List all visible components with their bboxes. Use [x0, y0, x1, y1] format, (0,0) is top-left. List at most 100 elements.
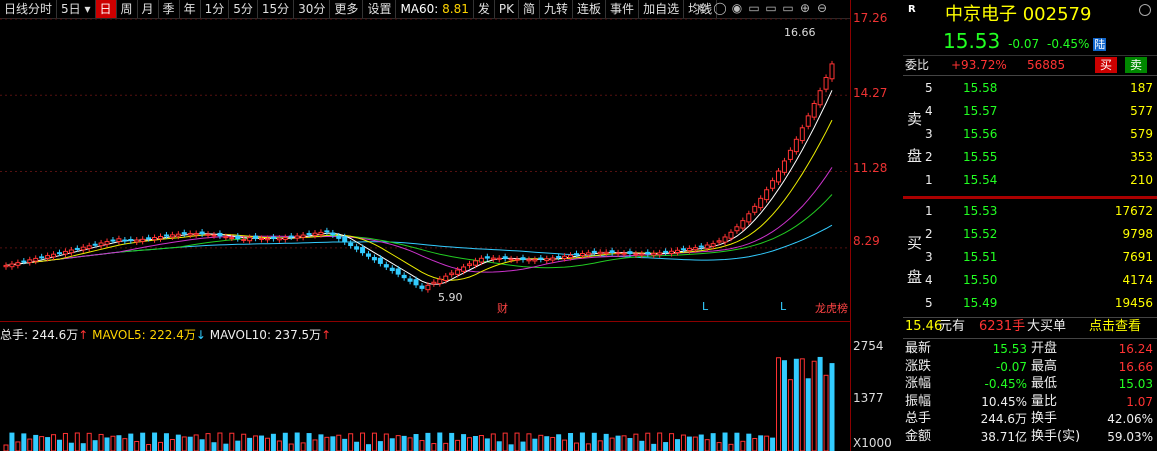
candle-body — [98, 242, 104, 247]
volume-bar — [413, 434, 419, 451]
volume-bar — [217, 432, 223, 451]
bid-price: 15.49 — [963, 296, 998, 310]
candle-body — [377, 257, 383, 264]
volume-bar — [27, 438, 33, 451]
candle-body — [104, 241, 110, 245]
candle-body — [270, 236, 276, 240]
ask-row-1[interactable]: 1 15.54 210 — [903, 171, 1157, 189]
candle-body — [467, 263, 473, 266]
volume-bar — [437, 432, 443, 451]
volume-bar — [235, 440, 241, 451]
candle-body — [461, 266, 467, 272]
volume-bar — [817, 356, 823, 451]
ask-level: 2 — [925, 150, 933, 164]
candle-body — [698, 245, 704, 248]
ask-row-5[interactable]: 5 15.58 187 — [903, 79, 1157, 97]
volume-bar — [211, 442, 217, 451]
volume-bar — [686, 436, 692, 451]
stat-value: 38.71亿 — [980, 429, 1027, 444]
ask-level: 3 — [925, 127, 933, 141]
candle-body — [764, 189, 770, 201]
volume-bar — [585, 443, 591, 451]
ask-row-3[interactable]: 3 15.56 579 — [903, 125, 1157, 143]
candle-body — [33, 257, 39, 262]
big-order-row[interactable]: 15.46 元有 6231手 大买单 点击查看 — [903, 318, 1157, 336]
marker-l-1[interactable]: L — [702, 300, 708, 313]
volume-bar — [758, 435, 764, 451]
volume-bar — [45, 437, 51, 451]
volume-bar — [300, 442, 306, 451]
candle-body — [663, 250, 669, 253]
ma5-line — [5, 90, 833, 285]
bid-row-1[interactable]: 1 15.53 17672 — [903, 202, 1157, 220]
stock-name: 中京电子 — [945, 4, 1017, 25]
ask-price: 15.58 — [963, 81, 998, 95]
volume-bar — [169, 439, 175, 451]
candle-body — [3, 264, 9, 268]
last-price: 15.53 — [943, 29, 1001, 53]
stat-label: 涨幅 — [905, 376, 932, 391]
candle-body — [336, 235, 342, 239]
candle-body — [556, 256, 562, 259]
ask-volume: 353 — [1130, 150, 1153, 164]
volume-bar — [360, 432, 366, 451]
candle-body — [294, 235, 300, 239]
volume-bar — [276, 440, 282, 451]
candle-body — [110, 239, 116, 242]
buy-button[interactable]: 买 — [1095, 57, 1118, 73]
marker-longhu[interactable]: 龙虎榜 — [815, 300, 848, 316]
search-icon[interactable] — [1139, 4, 1151, 16]
marker-l-2[interactable]: L — [780, 300, 786, 313]
ma20-line — [5, 167, 833, 273]
bid-row-4[interactable]: 4 15.50 4174 — [903, 271, 1157, 289]
candle-body — [68, 249, 74, 254]
stat-row: 振幅 10.45% 量比 1.07 — [903, 393, 1157, 411]
volume-bar — [449, 432, 455, 451]
volume-bar — [639, 440, 645, 451]
candle-body — [389, 267, 395, 272]
ask-row-4[interactable]: 4 15.57 577 — [903, 102, 1157, 120]
stat-value: 1.07 — [1126, 394, 1153, 409]
volume-bar — [746, 433, 752, 451]
candle-body — [264, 238, 270, 241]
candle-body — [680, 248, 686, 251]
stat-label: 开盘 — [1031, 341, 1058, 356]
volume-bar — [752, 438, 758, 451]
candle-body — [514, 258, 520, 261]
candle-body — [134, 239, 140, 243]
stat-value: 244.6万 — [980, 412, 1027, 426]
candle-body — [704, 244, 710, 249]
bid-row-2[interactable]: 2 15.52 9798 — [903, 225, 1157, 243]
sell-button[interactable]: 卖 — [1125, 57, 1148, 73]
ask-bid-divider — [903, 196, 1157, 199]
volume-bar — [680, 434, 686, 451]
stat-value: 15.03 — [1118, 377, 1153, 391]
ask-volume: 187 — [1130, 81, 1153, 95]
candle-body — [306, 233, 312, 236]
volume-bar — [799, 358, 805, 451]
candle-body — [585, 252, 591, 256]
ask-row-2[interactable]: 2 15.55 353 — [903, 148, 1157, 166]
candlestick-chart[interactable] — [0, 0, 850, 451]
bid-row-3[interactable]: 3 15.51 7691 — [903, 248, 1157, 266]
volume-bar — [312, 439, 318, 451]
candle-body — [128, 239, 134, 242]
candle-body — [793, 138, 799, 153]
candle-body — [27, 259, 33, 263]
volume-bar — [484, 438, 490, 451]
big-order-link[interactable]: 点击查看 — [1089, 318, 1141, 336]
candle-body — [496, 257, 502, 260]
volume-bar — [532, 438, 538, 451]
volume-bar — [461, 434, 467, 451]
marker-cai[interactable]: 财 — [497, 300, 508, 316]
stat-label: 最新 — [905, 341, 932, 356]
volume-bar — [51, 434, 57, 451]
candle-body — [591, 250, 597, 253]
candle-body — [728, 231, 734, 239]
volume-bar — [645, 432, 651, 451]
bid-row-5[interactable]: 5 15.49 19456 — [903, 294, 1157, 312]
volume-bar — [104, 437, 110, 451]
volume-header: 总手: 244.6万↑ MAVOL5: 222.4万↓ MAVOL10: 237… — [0, 328, 332, 342]
candle-body — [122, 239, 128, 242]
candle-body — [562, 255, 568, 259]
